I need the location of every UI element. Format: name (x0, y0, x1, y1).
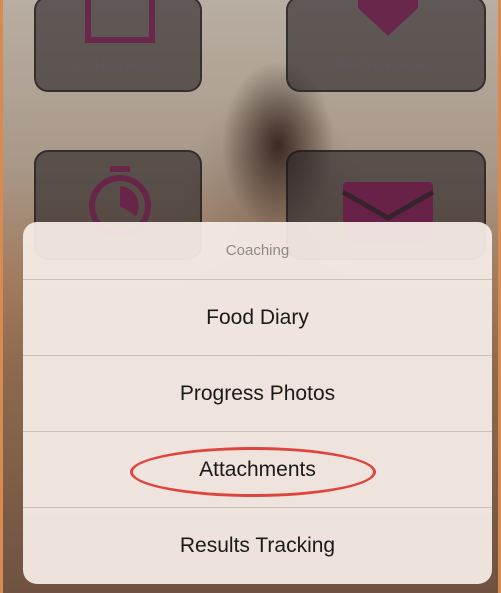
programs-label: PROGRAMS (333, 56, 439, 75)
calendar-icon (85, 0, 155, 43)
app-background: SCHEDULE PROGRAMS Coaching Food Diary Pr… (3, 0, 498, 593)
schedule-tile[interactable]: SCHEDULE (34, 0, 202, 92)
results-tracking-label: Results Tracking (179, 534, 336, 557)
programs-tile[interactable]: PROGRAMS (286, 0, 486, 92)
results-tracking-option[interactable]: Results Tracking (23, 508, 492, 583)
progress-photos-label: Progress Photos (179, 382, 336, 405)
schedule-label: SCHEDULE (69, 56, 167, 75)
coaching-action-sheet: Coaching Food Diary Progress Photos Atta… (23, 222, 492, 584)
progress-photos-option[interactable]: Progress Photos (23, 356, 492, 432)
food-diary-option[interactable]: Food Diary (23, 280, 492, 356)
highlight-circle (130, 447, 376, 497)
food-diary-label: Food Diary (206, 306, 309, 329)
attachments-option[interactable]: Attachments (23, 432, 492, 508)
action-sheet-title: Coaching (23, 222, 492, 280)
programs-icon (358, 0, 418, 36)
